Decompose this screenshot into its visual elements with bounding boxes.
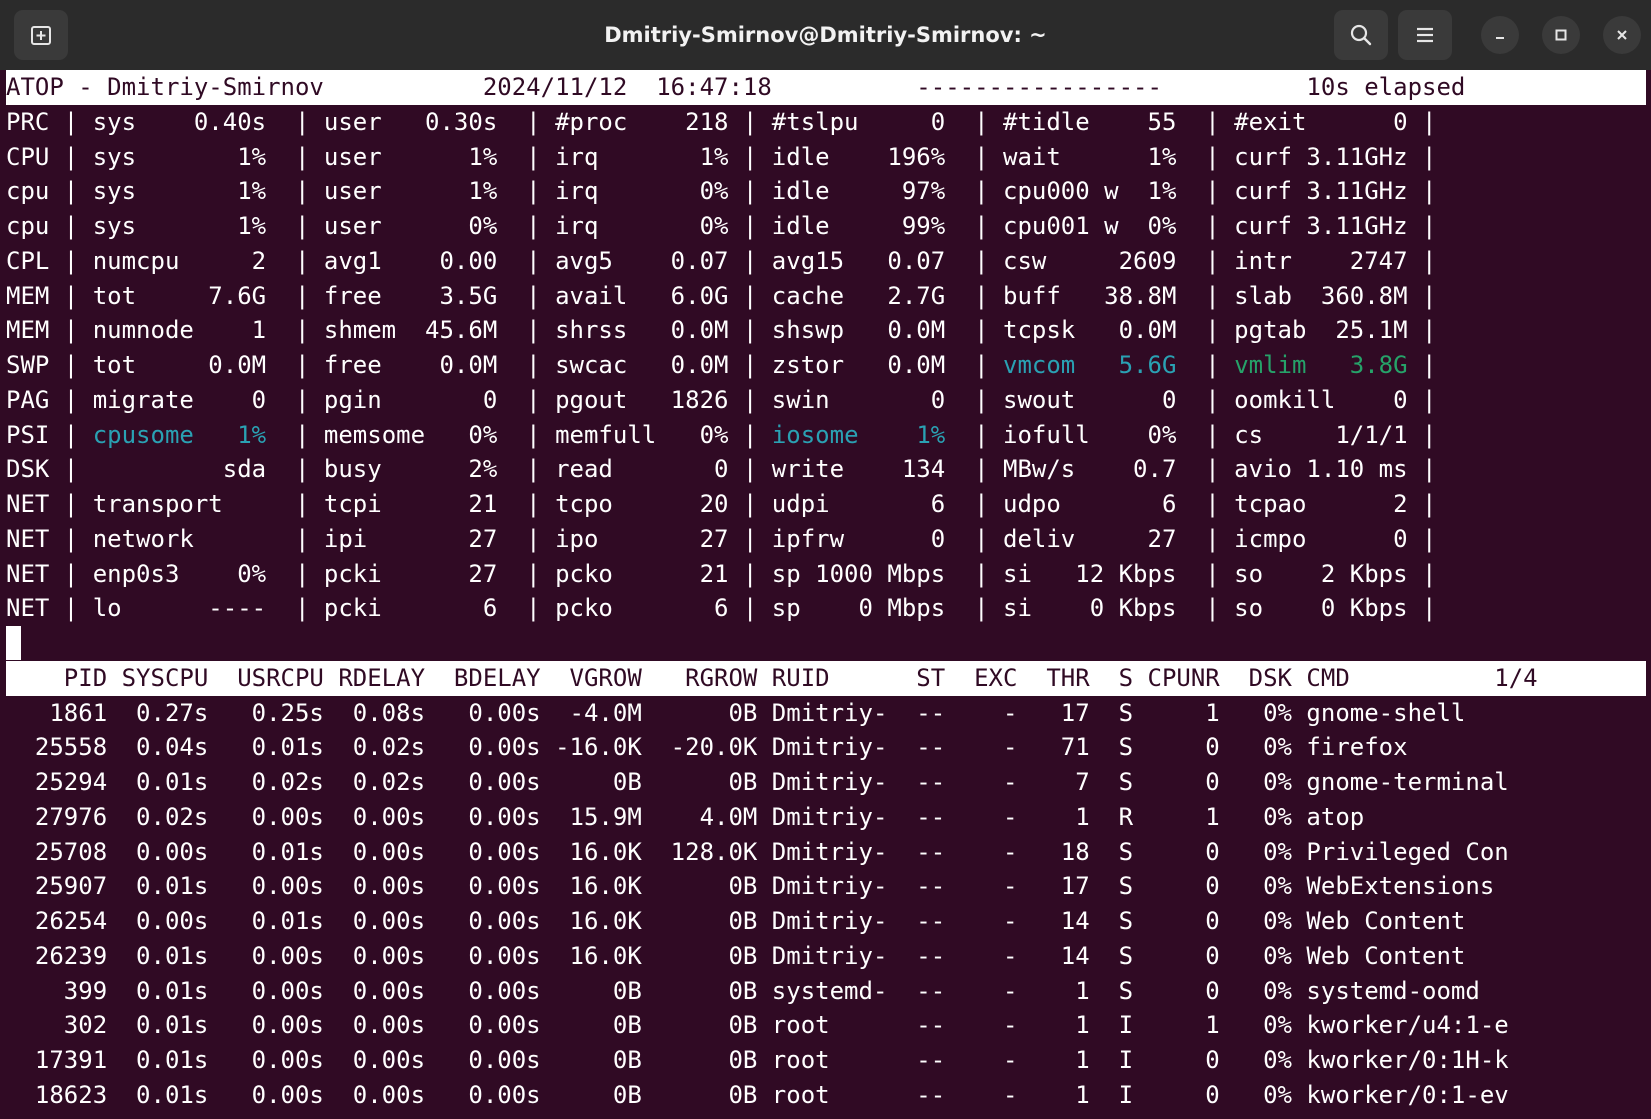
stat-line: PSI | cpusome 1% | memsome 0% | memfull … [6,418,1646,453]
process-row: 17391 0.01s 0.00s 0.00s 0.00s 0B 0B root… [6,1046,1509,1074]
stat-segment: cpu | sys 1% | user 0% | irq 0% | idle 9… [6,212,1437,240]
stat-segment: iosome 1% [771,420,946,449]
system-stats: PRC | sys 0.40s | user 0.30s | #proc 218… [6,105,1646,626]
stat-line: SWP | tot 0.0M | free 0.0M | swcac 0.0M … [6,348,1646,383]
stat-line: MEM | numnode 1 | shmem 45.6M | shrss 0.… [6,313,1646,348]
stat-segment: cpusome 1% [92,420,267,449]
stat-line: NET | lo ---- | pcki 6 | pcko 6 | sp 0 M… [6,591,1646,626]
process-row: 27976 0.02s 0.00s 0.00s 0.00s 15.9M 4.0M… [6,802,1365,831]
process-row: 26239 0.01s 0.00s 0.00s 0.00s 16.0K 0B D… [6,941,1466,970]
process-table: 1861 0.27s 0.25s 0.08s 0.00s -4.0M 0B Dm… [6,696,1646,1113]
process-row: 25294 0.01s 0.02s 0.02s 0.00s 0B 0B Dmit… [6,768,1509,796]
close-button[interactable] [1603,16,1641,54]
stat-segment: vmcom 5.6G [1003,351,1177,379]
stat-line: DSK | sda | busy 2% | read 0 | write 134… [6,452,1646,487]
stat-segment: | [1407,351,1437,379]
stat-segment: DSK | sda | busy 2% | read 0 | write 134… [6,455,1437,484]
stat-line: CPU | sys 1% | user 1% | irq 1% | idle 1… [6,140,1646,175]
minimize-button[interactable] [1481,16,1519,54]
stat-segment: | iofull 0% | cs 1/1/1 | [945,420,1437,449]
hamburger-menu-icon [1417,27,1433,43]
stat-segment: MEM | numnode 1 | shmem 45.6M | shrss 0.… [6,316,1437,345]
terminal-output[interactable]: ATOP - Dmitriy-Smirnov 2024/11/12 16:47:… [6,70,1646,1119]
title-bar[interactable]: Dmitriy-Smirnov@Dmitriy-Smirnov: ~ [0,0,1651,70]
search-button[interactable] [1334,10,1388,60]
stat-segment: NET | lo ---- | pcki 6 | pcko 6 | sp 0 M… [6,594,1437,623]
process-row: 26254 0.00s 0.01s 0.00s 0.00s 16.0K 0B D… [6,907,1466,935]
stat-segment: vmlim 3.8G [1234,351,1408,379]
process-row: 18623 0.01s 0.00s 0.00s 0.00s 0B 0B root… [6,1080,1509,1109]
stat-line: PAG | migrate 0 | pgin 0 | pgout 1826 | … [6,383,1646,418]
stat-segment: PAG | migrate 0 | pgin 0 | pgout 1826 | … [6,385,1437,414]
new-tab-button[interactable] [14,10,68,60]
atop-header-bar: ATOP - Dmitriy-Smirnov 2024/11/12 16:47:… [6,70,1646,105]
process-row: 399 0.01s 0.00s 0.00s 0.00s 0B 0B system… [6,976,1480,1005]
process-row: 25907 0.01s 0.00s 0.00s 0.00s 16.0K 0B D… [6,872,1495,901]
stat-line: PRC | sys 0.40s | user 0.30s | #proc 218… [6,105,1646,140]
stat-line: MEM | tot 7.6G | free 3.5G | avail 6.0G … [6,279,1646,314]
stat-segment: CPU | sys 1% | user 1% | irq 1% | idle 1… [6,142,1437,171]
stat-segment: NET | enp0s3 0% | pcki 27 | pcko 21 | sp… [6,559,1437,588]
new-tab-icon [31,26,51,45]
stat-line: cpu | sys 1% | user 1% | irq 0% | idle 9… [6,174,1646,209]
text-cursor [6,626,21,660]
stat-segment: MEM | tot 7.6G | free 3.5G | avail 6.0G … [6,281,1437,310]
stat-segment: NET | network | ipi 27 | ipo 27 | ipfrw … [6,524,1437,553]
stat-segment: | memsome 0% | memfull 0% | [266,420,772,449]
stat-line: cpu | sys 1% | user 0% | irq 0% | idle 9… [6,209,1646,244]
terminal-window: Dmitriy-Smirnov@Dmitriy-Smirnov: ~ ATOP … [0,0,1651,1119]
process-row: 1861 0.27s 0.25s 0.08s 0.00s -4.0M 0B Dm… [6,698,1466,727]
stat-line: NET | transport | tcpi 21 | tcpo 20 | ud… [6,487,1646,522]
command-line[interactable] [6,626,1646,661]
maximize-icon [1555,29,1567,41]
process-row: 25558 0.04s 0.01s 0.02s 0.00s -16.0K -20… [6,733,1408,762]
maximize-button[interactable] [1542,16,1580,54]
stat-line: NET | network | ipi 27 | ipo 27 | ipfrw … [6,522,1646,557]
stat-segment: SWP | tot 0.0M | free 0.0M | swcac 0.0M … [6,351,1003,379]
stat-segment: PRC | sys 0.40s | user 0.30s | #proc 218… [6,107,1437,136]
stat-segment: cpu | sys 1% | user 1% | irq 0% | idle 9… [6,177,1437,206]
search-icon [1350,24,1372,46]
process-table-header: PID SYSCPU USRCPU RDELAY BDELAY VGROW RG… [6,660,1646,696]
stat-segment: CPL | numcpu 2 | avg1 0.00 | avg5 0.07 |… [6,246,1437,275]
close-icon [1617,30,1627,40]
stat-segment: NET | transport | tcpi 21 | tcpo 20 | ud… [6,490,1437,518]
stat-line: CPL | numcpu 2 | avg1 0.00 | avg5 0.07 |… [6,244,1646,279]
minimize-icon [1496,37,1504,39]
stat-line: NET | enp0s3 0% | pcki 27 | pcko 21 | sp… [6,557,1646,592]
process-row: 25708 0.00s 0.01s 0.00s 0.00s 16.0K 128.… [6,837,1509,866]
process-row: 302 0.01s 0.00s 0.00s 0.00s 0B 0B root -… [6,1011,1509,1040]
stat-segment: | [1176,351,1235,379]
stat-segment: PSI | [6,420,93,449]
menu-button[interactable] [1398,10,1452,60]
